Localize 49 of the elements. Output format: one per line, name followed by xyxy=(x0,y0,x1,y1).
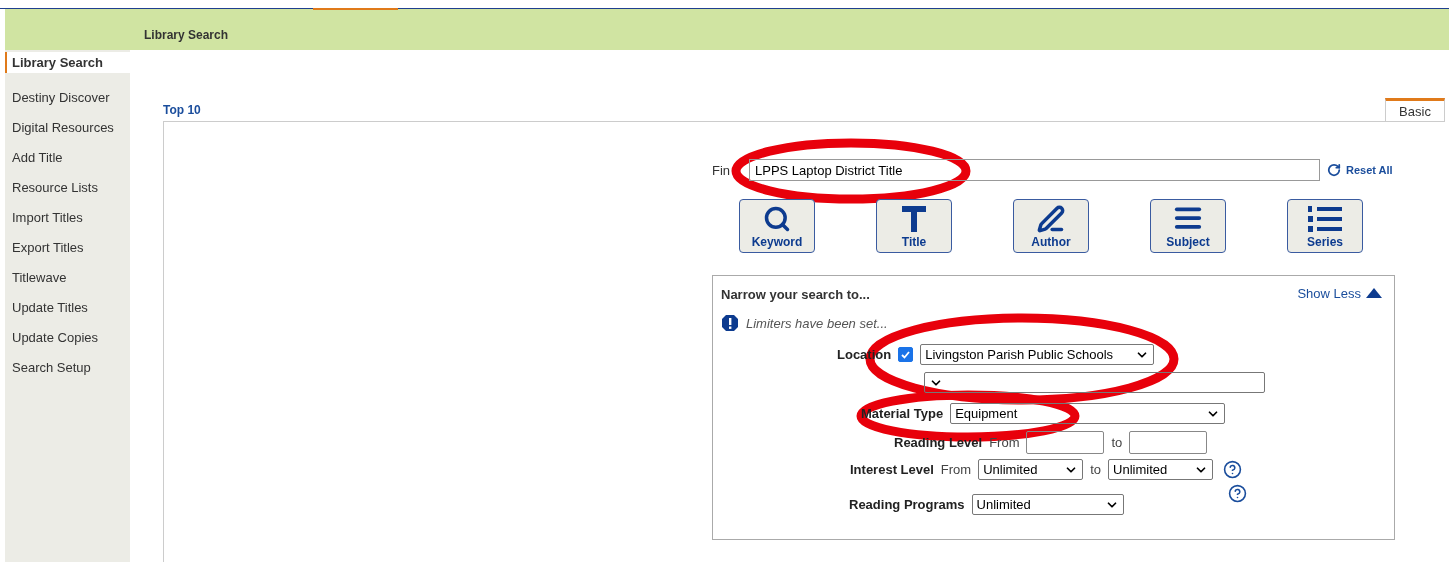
notice-text: Limiters have been set... xyxy=(746,315,888,331)
show-less-link[interactable]: Show Less xyxy=(1297,284,1382,302)
refresh-icon xyxy=(1327,163,1341,177)
from-input[interactable] xyxy=(1026,431,1105,454)
narrow-title: Narrow your search to... xyxy=(721,287,870,302)
help-icon[interactable] xyxy=(1227,484,1247,503)
sidebar-item[interactable]: Update Titles xyxy=(5,292,130,322)
search-field[interactable]: LPPS Laptop District Title xyxy=(749,159,1320,181)
search-icon xyxy=(763,205,791,233)
find-label: Fin xyxy=(712,162,732,178)
sidebar-item[interactable]: Destiny Discover xyxy=(5,82,130,112)
sidebar-item[interactable]: Resource Lists xyxy=(5,172,130,202)
sidebar-item[interactable]: Digital Resources xyxy=(5,112,130,142)
sidebar-item[interactable]: Library Search xyxy=(5,52,130,73)
sidebar-item[interactable]: Titlewave xyxy=(5,262,130,292)
sidebar-item[interactable]: Update Copies xyxy=(5,322,130,352)
sidebar-item[interactable]: Import Titles xyxy=(5,202,130,232)
header-title: Library Search xyxy=(144,28,229,42)
search-type-button[interactable]: Title xyxy=(876,199,952,253)
location-select[interactable]: Livingston Parish Public Schools xyxy=(920,344,1155,365)
option-select[interactable]: Unlimited xyxy=(971,494,1124,515)
to-label: to xyxy=(1111,435,1123,450)
reset-link[interactable]: Reset All xyxy=(1327,163,1393,177)
location-checkbox[interactable] xyxy=(898,347,914,362)
sidebar-item[interactable]: Search Setup xyxy=(5,352,130,382)
checkmark-icon xyxy=(901,350,911,359)
triangle-up-icon xyxy=(1366,288,1382,298)
search-type-button[interactable]: Series xyxy=(1287,199,1363,253)
top-link[interactable]: Top 10 xyxy=(163,103,201,117)
alert-icon xyxy=(721,314,739,332)
field-label: Reading Programs xyxy=(849,497,965,512)
field-label: Interest Level xyxy=(850,462,934,477)
from-select[interactable]: Unlimited xyxy=(978,459,1084,480)
numbered-list-icon xyxy=(1308,205,1342,233)
sidebar-item[interactable]: Add Title xyxy=(5,142,130,172)
help-icon[interactable] xyxy=(1223,460,1242,479)
letter-t-icon xyxy=(901,205,927,233)
search-type-button[interactable]: Author xyxy=(1013,199,1089,253)
tab[interactable]: Basic xyxy=(1385,98,1445,121)
sublocation-select[interactable] xyxy=(924,372,1265,393)
pencil-icon xyxy=(1037,205,1065,233)
to-label: to xyxy=(1090,462,1101,477)
to-select[interactable]: Unlimited xyxy=(1108,459,1213,480)
search-type-button[interactable]: Keyword xyxy=(739,199,815,253)
to-input[interactable] xyxy=(1129,431,1208,454)
sidebar-item[interactable]: Export Titles xyxy=(5,232,130,262)
option-select[interactable]: Equipment xyxy=(950,403,1226,424)
from-label: From xyxy=(940,462,972,477)
search-type-button[interactable]: Subject xyxy=(1150,199,1226,253)
